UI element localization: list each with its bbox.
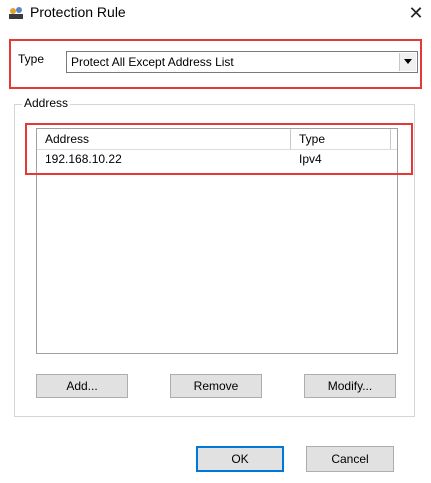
window-title: Protection Rule <box>30 4 126 20</box>
title-bar: Protection Rule ✕ <box>0 0 431 26</box>
cancel-button[interactable]: Cancel <box>306 446 394 472</box>
list-item[interactable]: 192.168.10.22 Ipv4 <box>37 150 397 168</box>
close-icon[interactable]: ✕ <box>402 0 430 26</box>
modify-button[interactable]: Modify... <box>304 374 396 398</box>
list-item-address: 192.168.10.22 <box>45 152 122 166</box>
address-list-header: Address Type <box>37 129 397 150</box>
column-header-address[interactable]: Address <box>37 129 291 149</box>
list-item-type: Ipv4 <box>299 152 322 166</box>
type-label: Type <box>18 52 45 66</box>
ok-button[interactable]: OK <box>196 446 284 472</box>
app-icon <box>8 6 24 20</box>
type-dropdown[interactable]: Protect All Except Address List <box>66 51 418 73</box>
address-list[interactable]: Address Type 192.168.10.22 Ipv4 <box>36 128 398 354</box>
add-button[interactable]: Add... <box>36 374 128 398</box>
remove-button[interactable]: Remove <box>170 374 262 398</box>
address-group-label: Address <box>22 96 71 110</box>
column-header-type[interactable]: Type <box>291 129 391 149</box>
type-dropdown-value: Protect All Except Address List <box>71 55 234 69</box>
chevron-down-icon[interactable] <box>399 53 416 71</box>
